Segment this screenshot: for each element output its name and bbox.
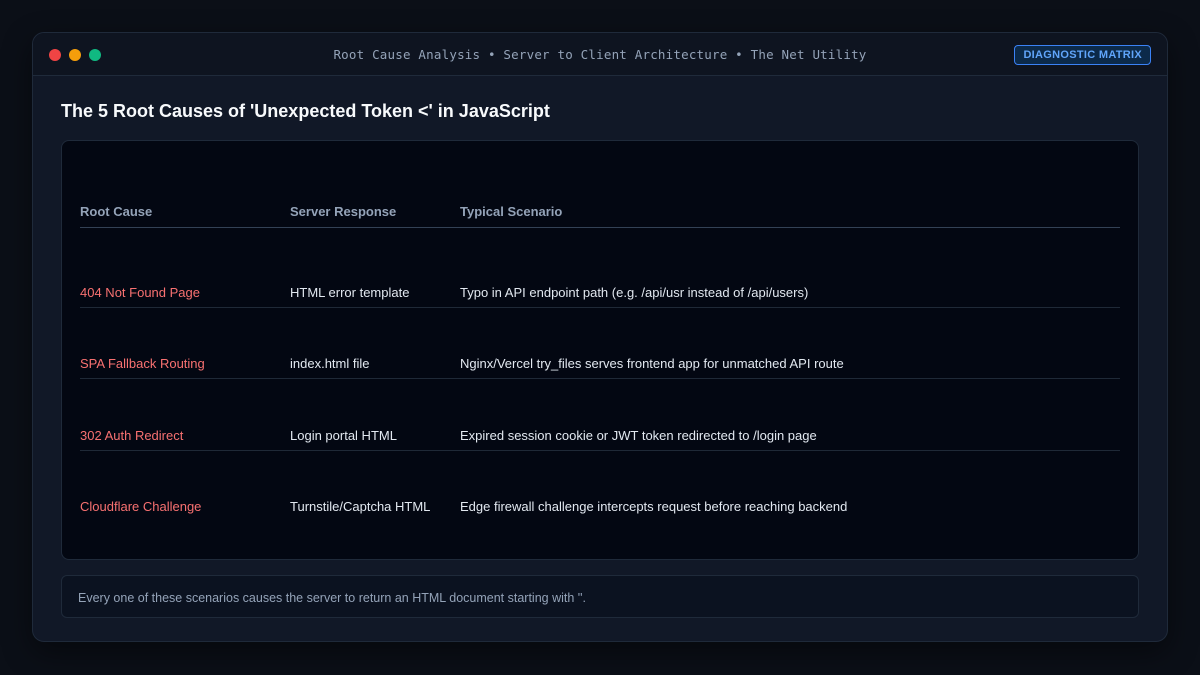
table-row: Cloudflare Challenge Turnstile/Captcha H… [62,499,1138,519]
column-header-server-response: Server Response [290,204,397,219]
server-response-cell: Turnstile/Captcha HTML [290,499,431,514]
title-bar: Root Cause Analysis • Server to Client A… [33,33,1167,76]
page-title: The 5 Root Causes of 'Unexpected Token <… [61,101,550,121]
table-row: 404 Not Found Page HTML error template T… [62,285,1138,305]
server-response-cell: HTML error template [290,285,410,300]
column-header-root-cause: Root Cause [80,204,153,219]
typical-scenario-cell: Nginx/Vercel try_files serves frontend a… [460,356,844,371]
root-cause-table: Root Cause Server Response Typical Scena… [61,140,1139,560]
root-cause-cell: Cloudflare Challenge [80,499,202,514]
root-cause-cell: 302 Auth Redirect [80,428,184,443]
window-title: Root Cause Analysis • Server to Client A… [333,47,867,62]
app-window: Root Cause Analysis • Server to Client A… [32,32,1168,642]
header-divider [80,227,1120,228]
server-response-cell: index.html file [290,356,370,371]
row-divider [80,450,1120,451]
typical-scenario-cell: Typo in API endpoint path (e.g. /api/usr… [460,285,809,300]
footer-note: Every one of these scenarios causes the … [61,575,1139,618]
root-cause-cell: 404 Not Found Page [80,285,200,300]
column-header-typical-scenario: Typical Scenario [460,204,563,219]
server-response-cell: Login portal HTML [290,428,397,443]
table-row: SPA Fallback Routing index.html file Ngi… [62,356,1138,376]
typical-scenario-cell: Edge firewall challenge intercepts reque… [460,499,848,514]
diagnostic-matrix-badge: DIAGNOSTIC MATRIX [1014,45,1151,65]
row-divider [80,307,1120,308]
typical-scenario-cell: Expired session cookie or JWT token redi… [460,428,817,443]
root-cause-cell: SPA Fallback Routing [80,356,205,371]
row-divider [80,378,1120,379]
table-row: 302 Auth Redirect Login portal HTML Expi… [62,428,1138,448]
